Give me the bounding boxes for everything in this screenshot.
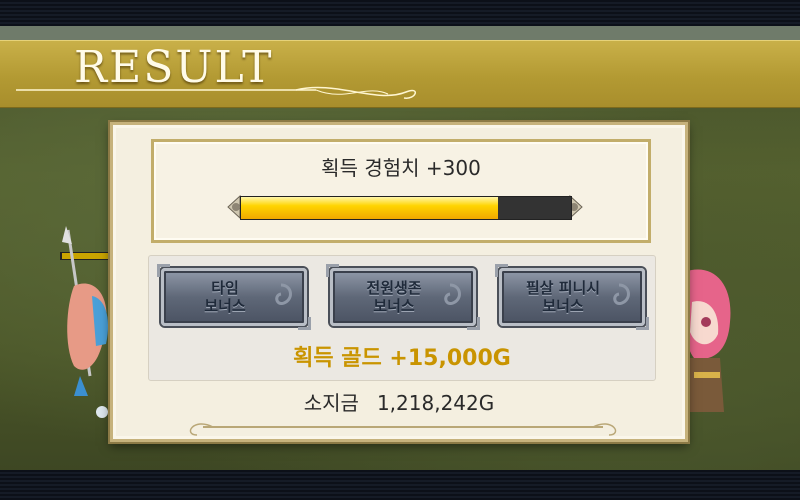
bottom-border: [0, 470, 800, 500]
bonus-area: 타임 보너스 전원생존 보너스 필살 피니시 보너스 획득 골드 +15,000…: [148, 255, 656, 381]
exp-bar: [240, 196, 572, 220]
all-survive-bonus-button[interactable]: 전원생존 보너스: [326, 264, 480, 330]
exp-bar-fill: [241, 197, 499, 219]
time-bonus-button[interactable]: 타임 보너스: [157, 264, 311, 330]
owned-money: 소지금 1,218,242G: [113, 387, 685, 416]
exp-gain-label: 획득 경험치 +300: [321, 156, 481, 180]
swirl-icon: [444, 283, 461, 305]
result-panel: 획득 경험치 +300 타임 보너스 전원생존 보너스 필살 피니시 보너스 획…: [110, 122, 688, 442]
swirl-icon: [275, 283, 292, 305]
top-border: [0, 0, 800, 26]
owned-money-value: 1,218,242G: [376, 391, 495, 415]
finisher-bonus-button[interactable]: 필살 피니시 보너스: [495, 264, 649, 330]
sky-strip: [0, 26, 800, 40]
exp-bar-frame: [226, 190, 584, 224]
gold-gain-label: 획득 골드 +15,000G: [293, 346, 511, 371]
swirl-icon: [613, 283, 630, 305]
owned-money-label: 소지금: [303, 391, 359, 415]
exp-box: 획득 경험치 +300: [151, 139, 651, 243]
banner-ornament: [16, 86, 416, 99]
panel-ornament: [189, 423, 617, 436]
